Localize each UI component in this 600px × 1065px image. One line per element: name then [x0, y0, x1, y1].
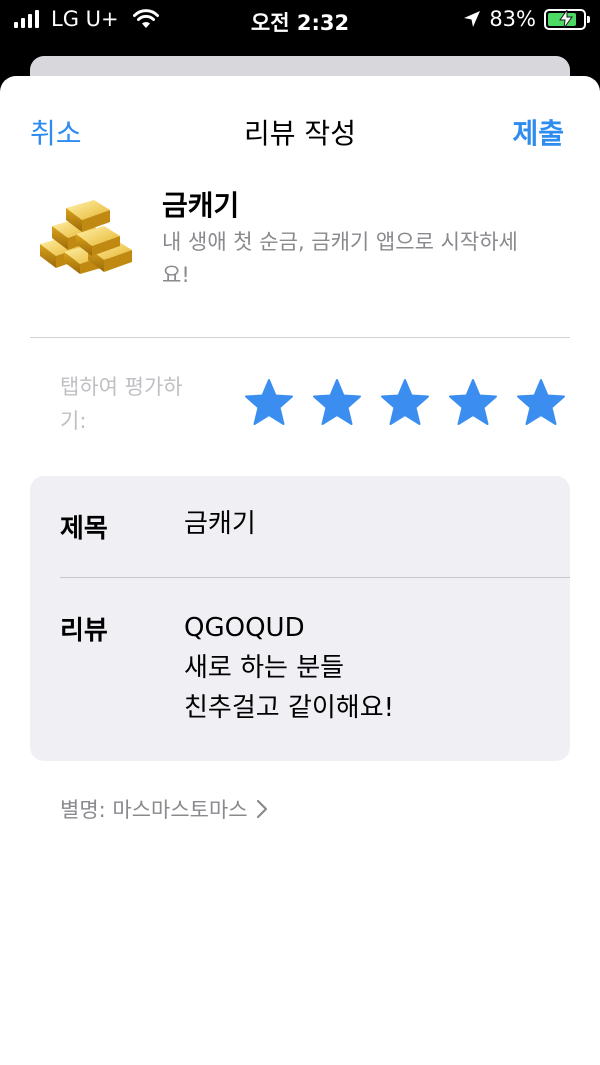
title-field-label: 제목	[60, 514, 108, 544]
status-right: 83%	[463, 7, 590, 31]
review-line: 새로 하는 분들	[184, 653, 345, 683]
star-icon[interactable]	[448, 378, 498, 428]
star-icon[interactable]	[516, 378, 566, 428]
sheet-title: 리뷰 작성	[244, 117, 356, 150]
battery-charging-icon	[544, 8, 590, 30]
charging-bolt-icon	[559, 9, 573, 28]
battery-tip	[587, 15, 590, 23]
review-line: QGOQUD	[184, 613, 305, 643]
form-divider	[60, 577, 570, 578]
star-icon[interactable]	[380, 378, 430, 428]
screen: LG U+ 오전 2:32 83% 취소 리뷰 작성 제출 금캐기 내 생애 첫…	[0, 0, 600, 1065]
review-line: 친추걸고 같이해요!	[184, 693, 395, 723]
star-rating[interactable]	[244, 378, 566, 428]
submit-button[interactable]: 제출	[512, 112, 564, 152]
star-icon[interactable]	[312, 378, 362, 428]
chevron-right-icon	[256, 799, 267, 819]
star-icon[interactable]	[244, 378, 294, 428]
title-field[interactable]: 금캐기	[184, 504, 256, 544]
status-bar: LG U+ 오전 2:32 83%	[0, 0, 600, 40]
rating-label: 탭하여 평가하기:	[60, 375, 183, 433]
battery-percent: 83%	[489, 7, 536, 31]
review-sheet: 취소 리뷰 작성 제출 금캐기 내 생애 첫 순금, 금캐기 앱으로 시작하세요…	[0, 76, 600, 1065]
review-form: 제목 금캐기 리뷰 QGOQUD 새로 하는 분들 친추걸고 같이해요!	[30, 476, 570, 761]
location-arrow-icon	[464, 11, 481, 27]
nickname-label: 별명: 마스마스토마스	[60, 798, 248, 822]
gold-bars-icon	[40, 200, 132, 274]
review-field[interactable]: QGOQUD 새로 하는 분들 친추걸고 같이해요!	[184, 608, 394, 728]
divider	[30, 337, 570, 338]
app-description: 내 생애 첫 순금, 금캐기 앱으로 시작하세요!	[162, 230, 518, 287]
review-field-label: 리뷰	[60, 616, 108, 646]
nickname-link[interactable]: 별명: 마스마스토마스	[60, 794, 268, 824]
app-name: 금캐기	[162, 189, 240, 222]
